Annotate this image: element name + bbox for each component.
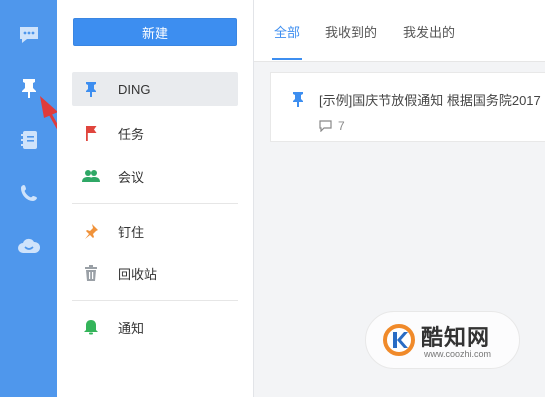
menu-item-label: 钉住 [118,224,145,240]
watermark: 酷知网 www.coozhi.com [365,311,520,369]
active-tab-indicator [272,58,302,60]
comment-count: 7 [338,119,345,133]
bell-icon [82,318,100,336]
pushpin-icon [82,222,100,240]
app-nav-rail [0,0,57,397]
ding-menu-panel: 新建 DING 任务 会议 钉住 回收站 通知 [57,0,253,397]
cloud-icon [17,238,40,253]
rail-phone-button[interactable] [0,173,57,213]
menu-item-recycle-bin[interactable]: 回收站 [72,256,238,290]
rail-notebook-button[interactable] [0,120,57,160]
menu-item-label: DING [118,81,151,97]
menu-item-ding[interactable]: DING [72,72,238,106]
tab-received[interactable]: 我收到的 [325,22,377,41]
message-meta: 7 [319,119,345,133]
menu-item-label: 任务 [118,126,145,142]
pin-icon [82,80,100,98]
people-icon [82,167,100,185]
pin-icon [21,79,36,98]
menu-item-label: 通知 [118,320,145,336]
menu-divider [72,300,238,301]
menu-item-label: 会议 [118,169,145,185]
rail-cloud-button[interactable] [0,226,57,266]
menu-item-tasks[interactable]: 任务 [72,116,238,150]
menu-divider [72,203,238,204]
phone-icon [20,185,37,201]
watermark-name: 酷知网 [421,326,491,351]
notebook-icon [20,131,37,149]
menu-item-pinned[interactable]: 钉住 [72,214,238,248]
watermark-logo-icon [383,324,415,356]
tab-all[interactable]: 全部 [274,22,300,41]
menu-item-meetings[interactable]: 会议 [72,159,238,193]
flag-icon [82,124,100,142]
comment-icon [319,120,332,132]
ding-message-card[interactable]: [示例]国庆节放假通知 根据国务院2017 7 [270,72,545,142]
ding-tabs: 全部 我收到的 我发出的 [254,0,545,62]
chat-bubble-icon [19,27,38,43]
watermark-url: www.coozhi.com [424,349,492,359]
menu-item-notifications[interactable]: 通知 [72,310,238,344]
rail-chat-button[interactable] [0,15,57,55]
trash-icon [82,264,100,282]
new-button[interactable]: 新建 [73,18,237,46]
menu-item-label: 回收站 [118,266,158,282]
pin-icon [291,91,305,112]
rail-ding-button[interactable] [0,68,57,108]
message-title: [示例]国庆节放假通知 根据国务院2017 [319,93,541,108]
tab-sent[interactable]: 我发出的 [403,22,455,41]
